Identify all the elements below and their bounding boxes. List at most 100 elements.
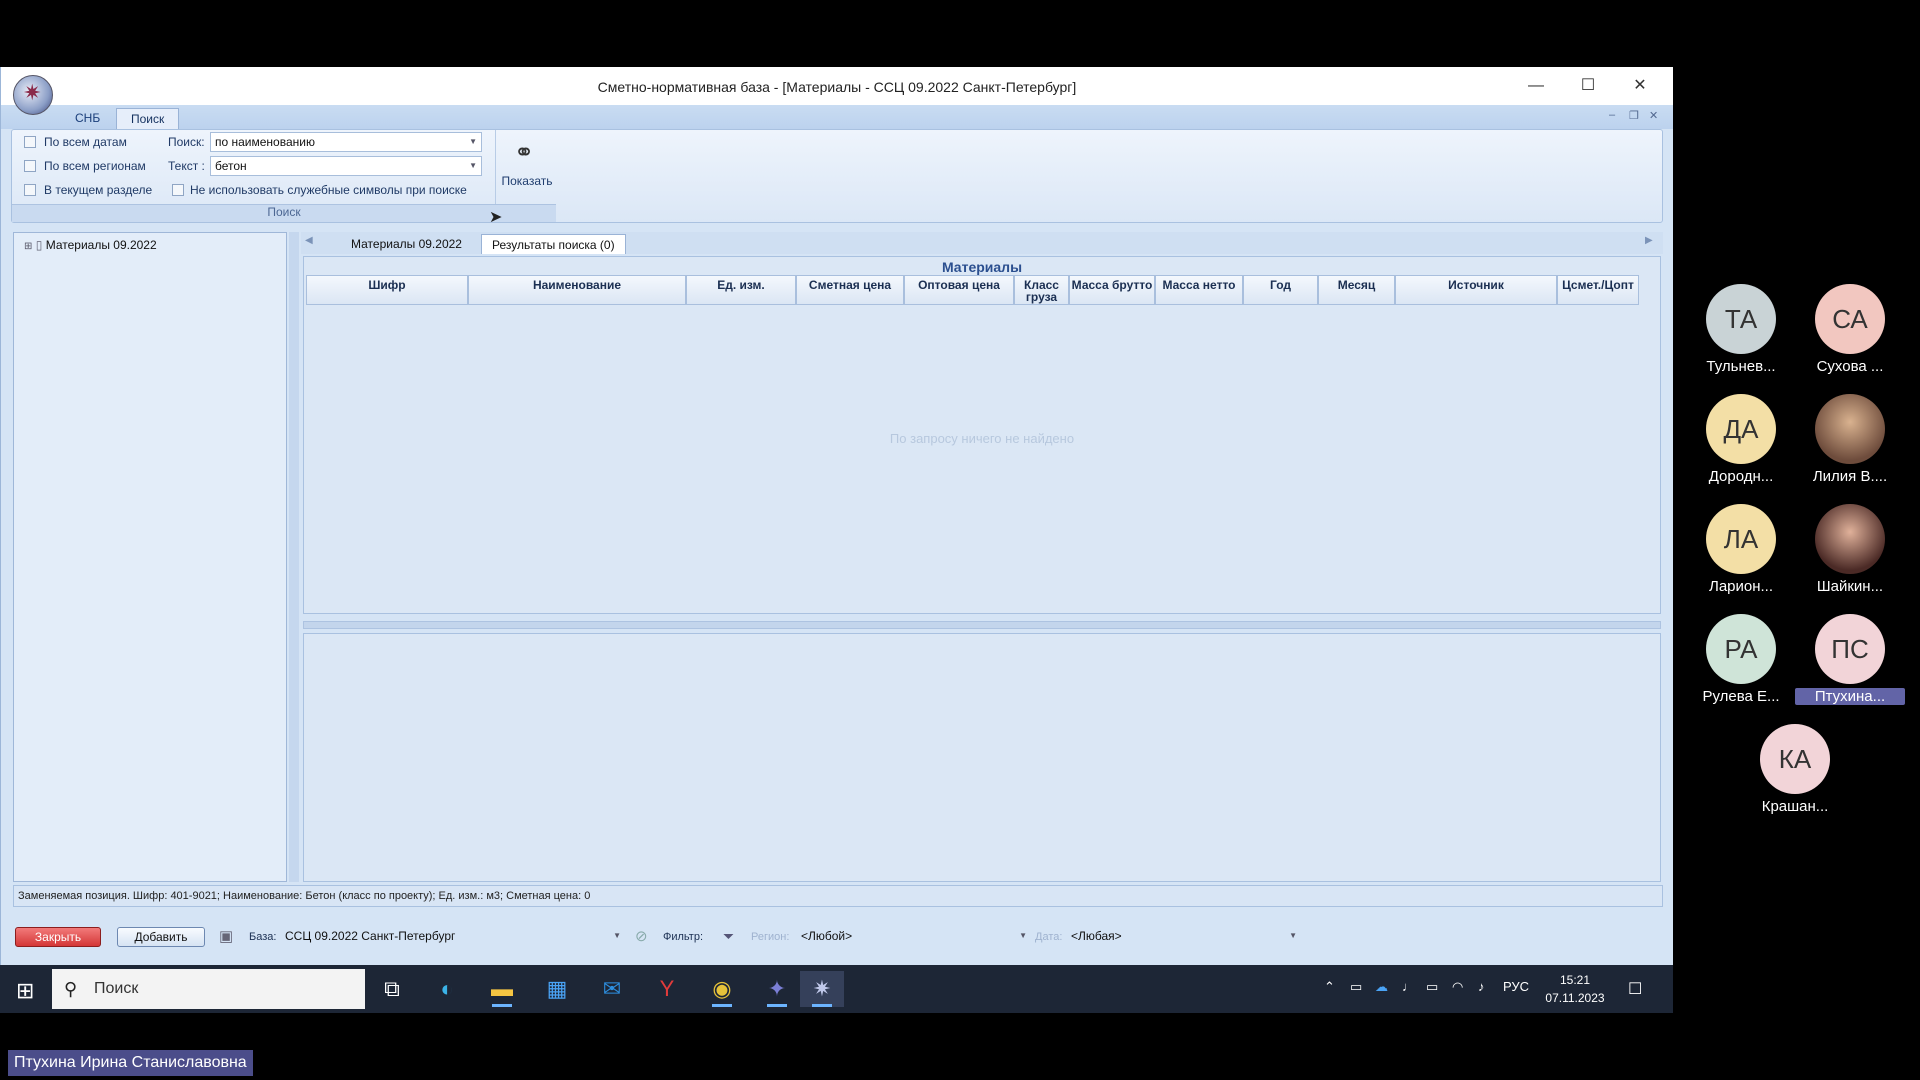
tab-materials[interactable]: Материалы 09.2022 [341,234,472,254]
col-header-estimated-price[interactable]: Сметная цена [796,275,904,305]
teams-icon[interactable]: ✦ [755,971,799,1007]
file-explorer-icon[interactable]: ▬ [480,971,524,1007]
taskbar: ⊞ ⚲ Поиск ⧉ ◐ ▬ ▦ ✉ Y ◉ ✦ ✷ ⌃ ▭ ☁ ♩ ▭ ◠ … [0,965,1673,1013]
ribbon-tab-row: СНБ Поиск – ❐ ✕ [1,105,1673,129]
wifi-icon[interactable]: ◠ [1452,979,1463,995]
chevron-down-icon: ▼ [1289,931,1297,940]
yandex-browser-icon[interactable]: Y [645,971,689,1007]
region-select-value: <Любой> [801,929,853,943]
chrome-icon[interactable]: ◉ [700,971,744,1007]
vertical-splitter[interactable] [289,232,299,882]
tabs-scroll-left-icon[interactable]: ◀ [305,235,313,246]
title-bar: Сметно-нормативная база - [Материалы - С… [1,67,1673,105]
participant-tile[interactable]: Лилия В.... [1795,394,1905,494]
tab-search[interactable]: Поиск [116,108,180,129]
region-select[interactable]: <Любой> ▼ [797,927,1031,947]
col-header-wholesale-price[interactable]: Оптовая цена [904,275,1014,305]
col-header-gross-mass[interactable]: Масса брутто [1069,275,1155,305]
app-window: Сметно-нормативная база - [Материалы - С… [0,67,1673,1013]
chevron-down-icon: ▼ [1019,931,1027,940]
store-icon[interactable]: ▦ [535,971,579,1007]
horizontal-splitter[interactable] [303,621,1661,629]
mouse-cursor-icon: ➤ [489,209,503,226]
mdi-close-icon[interactable]: ✕ [1649,109,1658,122]
col-header-price-ratio[interactable]: Цсмет./Цопт [1557,275,1639,305]
onedrive-icon[interactable]: ☁ [1375,979,1388,995]
date-select[interactable]: <Любая> ▼ [1067,927,1301,947]
participant-name: Дородн... [1708,468,1774,485]
participant-tile[interactable]: ПС Птухина... [1795,614,1905,714]
task-view-icon[interactable]: ⧉ [370,971,414,1007]
search-mode-select[interactable]: по наименованию ▼ [210,132,482,152]
participant-name: Рулева Е... [1702,688,1780,705]
volume-icon[interactable]: ♪ [1478,979,1485,994]
tree-item-label: Материалы 09.2022 [45,238,157,252]
participant-tile[interactable]: Шайкин... [1795,504,1905,604]
tray-overflow-icon[interactable]: ⌃ [1324,979,1335,995]
col-header-year[interactable]: Год [1243,275,1318,305]
tabs-scroll-right-icon[interactable]: ▶ [1645,235,1653,246]
battery-icon[interactable]: ▭ [1426,979,1438,995]
grid-empty-message: По запросу ничего не найдено [889,431,1075,446]
search-text-value: бетон [215,159,247,173]
participant-tile[interactable]: РА Рулева Е... [1686,614,1796,714]
mdi-minimize-icon[interactable]: – [1609,109,1615,121]
col-header-source[interactable]: Источник [1395,275,1557,305]
database-icon[interactable]: ▣ [219,927,233,945]
col-header-name[interactable]: Наименование [468,275,686,305]
mdi-restore-icon[interactable]: ❐ [1629,109,1639,122]
add-button[interactable]: Добавить [117,927,205,947]
chevron-down-icon: ▼ [469,137,477,146]
col-header-unit[interactable]: Ед. изм. [686,275,796,305]
current-section-label: В текущем разделе [44,183,153,197]
participant-tile[interactable]: КА Крашан... [1740,724,1850,824]
expand-icon[interactable]: ⊞ [24,241,32,252]
minimize-button[interactable]: — [1521,75,1551,97]
participant-name: Ларион... [1708,578,1774,595]
participant-tile[interactable]: ЛА Ларион... [1686,504,1796,604]
date-select-value: <Любая> [1071,929,1122,943]
tab-search-results[interactable]: Результаты поиска (0) [481,234,626,254]
avatar: ЛА [1706,504,1776,574]
clock[interactable]: 15:21 07.11.2023 [1535,971,1615,1007]
col-header-code[interactable]: Шифр [306,275,468,305]
close-button[interactable]: Закрыть [15,927,101,947]
presenter-name-badge: Птухина Ирина Станиславовна [8,1050,253,1076]
participant-name: Шайкин... [1816,578,1884,595]
col-header-month[interactable]: Месяц [1318,275,1395,305]
no-special-symbols-label: Не использовать служебные символы при по… [190,183,467,197]
all-dates-checkbox[interactable] [24,136,36,148]
maximize-button[interactable]: ☐ [1573,75,1603,97]
participant-name: Сухова ... [1816,358,1884,375]
avatar: КА [1760,724,1830,794]
microphone-icon[interactable]: ♩ [1402,979,1415,994]
all-dates-label: По всем датам [44,135,127,149]
col-header-cargo-class[interactable]: Класс груза [1014,275,1069,305]
base-label: База: [249,931,277,943]
participant-tile[interactable]: ДА Дородн... [1686,394,1796,494]
link-icon[interactable]: ⊘ [635,927,648,945]
participant-tile[interactable]: СА Сухова ... [1795,284,1905,384]
snb-app-icon[interactable]: ✷ [800,971,844,1007]
tree-item-materials[interactable]: ⊞ ▯ Материалы 09.2022 [24,238,157,252]
taskbar-search[interactable]: ⚲ Поиск [52,969,365,1009]
edge-icon[interactable]: ◐ [425,971,469,1007]
app-logo-icon[interactable] [13,75,53,115]
notification-icon[interactable]: ☐ [1628,979,1642,999]
windows-start-icon[interactable]: ⊞ [16,978,34,1004]
base-select[interactable]: ССЦ 09.2022 Санкт-Петербург ▼ [281,927,625,947]
current-section-checkbox[interactable] [24,184,36,196]
no-special-symbols-checkbox[interactable] [172,184,184,196]
col-header-net-mass[interactable]: Масса нетто [1155,275,1243,305]
tab-snb[interactable]: СНБ [61,108,114,129]
language-indicator[interactable]: РУС [1503,979,1529,994]
search-text-input[interactable]: бетон ▼ [210,156,482,176]
search-group-caption: Поиск [12,204,556,222]
all-regions-checkbox[interactable] [24,160,36,172]
participant-tile[interactable]: ТА Тульнев... [1686,284,1796,384]
close-window-button[interactable]: ✕ [1625,75,1655,97]
filter-icon[interactable]: ⏷ [723,928,734,945]
base-select-value: ССЦ 09.2022 Санкт-Петербург [285,929,456,943]
meet-now-icon[interactable]: ▭ [1350,979,1362,995]
mail-icon[interactable]: ✉ [590,971,634,1007]
